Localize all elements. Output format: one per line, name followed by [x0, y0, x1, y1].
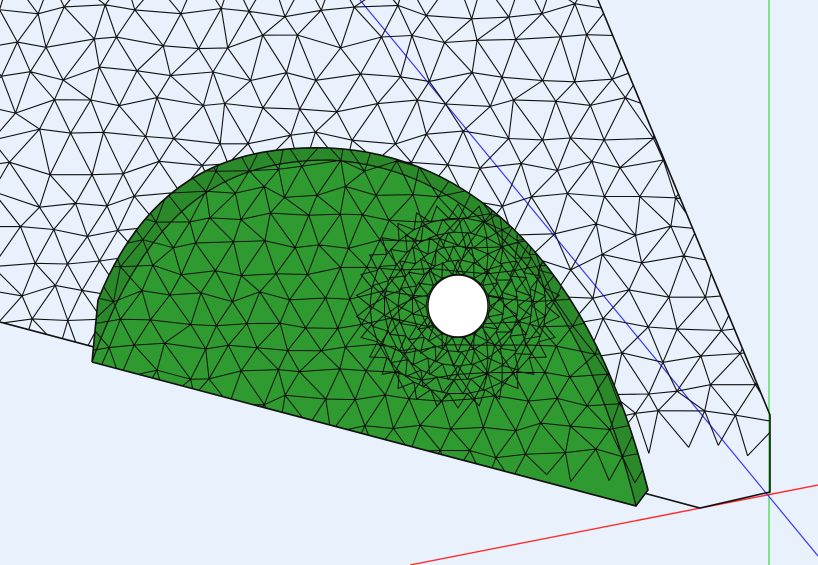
mesh-scene	[0, 0, 818, 565]
3d-viewport[interactable]	[0, 0, 818, 565]
center-hole	[427, 274, 489, 338]
